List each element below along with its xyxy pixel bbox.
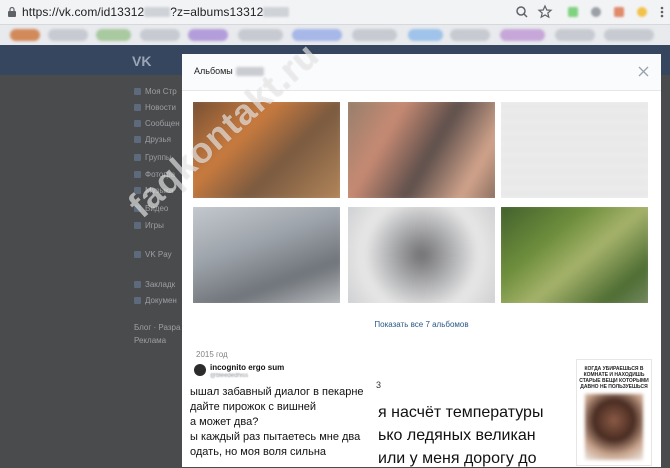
- browser-address-bar[interactable]: https://vk.com/id13312 ?z=albums13312: [0, 0, 670, 25]
- menu-item-icon: [134, 251, 141, 258]
- post-author: incognito ergo sum: [210, 363, 285, 372]
- meme-image[interactable]: КОГДА УБИРАЕШЬСЯ В КОМНАТЕ И НАХОДИШЬ СТ…: [576, 359, 652, 466]
- bookmarks-bar: [0, 25, 670, 45]
- extension-icon[interactable]: [568, 7, 578, 17]
- meme-caption: КОГДА УБИРАЕШЬСЯ В КОМНАТЕ И НАХОДИШЬ СТ…: [579, 366, 649, 390]
- sidebar-item[interactable]: Новости: [134, 103, 176, 112]
- meme-text-line: я насчёт температуры: [378, 404, 544, 421]
- post-digit: 3: [376, 380, 382, 390]
- menu-item-icon: [134, 136, 141, 143]
- album-tile[interactable]: [348, 207, 495, 303]
- sidebar-item-label: Новости: [145, 103, 176, 112]
- sidebar-footer-ads[interactable]: Реклама: [134, 336, 166, 345]
- sidebar-item-label: Друзья: [145, 135, 171, 144]
- meme-text-line: ько ледяных великан: [378, 427, 536, 444]
- show-all-albums-link[interactable]: Показать все 7 альбомов: [182, 320, 661, 329]
- sidebar-item-label: Сообщен: [145, 119, 180, 128]
- sidebar-item[interactable]: Друзья: [134, 135, 171, 144]
- menu-item-icon: [134, 297, 141, 304]
- menu-item-icon: [134, 120, 141, 127]
- album-tile[interactable]: [501, 207, 648, 303]
- post-text-line: а может два?: [190, 416, 259, 428]
- url-text[interactable]: https://vk.com/id13312 ?z=albums13312: [22, 5, 290, 19]
- zoom-icon[interactable]: [514, 4, 530, 20]
- menu-item-icon: [134, 88, 141, 95]
- bookmark-item[interactable]: [450, 29, 490, 41]
- bookmark-item[interactable]: [500, 29, 545, 41]
- bookmark-item[interactable]: [140, 29, 180, 41]
- bookmark-item[interactable]: [188, 29, 228, 41]
- bookmark-item[interactable]: [408, 29, 443, 41]
- sidebar-item[interactable]: Докумен: [134, 296, 177, 305]
- bookmark-item[interactable]: [604, 29, 654, 41]
- star-icon[interactable]: [537, 4, 553, 20]
- post-text-line: одать, но моя воля сильна: [190, 446, 327, 458]
- menu-item-icon: [134, 222, 141, 229]
- post-handle: @bleededhiss: [210, 373, 249, 379]
- menu-icon[interactable]: [654, 4, 670, 20]
- album-tile[interactable]: [348, 102, 495, 198]
- sidebar-footer-blog[interactable]: Блог · Разра: [134, 323, 180, 332]
- bookmark-item[interactable]: [555, 29, 595, 41]
- album-tile[interactable]: [193, 207, 340, 303]
- post-text-line: ышал забавный диалог в пекарне: [190, 386, 364, 398]
- bookmark-item[interactable]: [238, 29, 283, 41]
- vk-logo[interactable]: VK: [132, 53, 151, 69]
- extension-icon[interactable]: [637, 7, 647, 17]
- sidebar-item[interactable]: Закладк: [134, 280, 175, 289]
- meme-text-line: или у меня дорогу до: [378, 450, 537, 467]
- sidebar-item[interactable]: VK Pay: [134, 250, 172, 259]
- sidebar-item[interactable]: Моя Стр: [134, 87, 177, 96]
- post-text-line: дайте пирожок с вишней: [190, 401, 317, 413]
- bookmark-item[interactable]: [96, 29, 131, 41]
- sidebar-item-label: Докумен: [145, 296, 177, 305]
- avatar: [194, 364, 206, 376]
- sidebar-item-label: Моя Стр: [145, 87, 177, 96]
- year-label: 2015 год: [196, 350, 228, 359]
- bookmark-item[interactable]: [10, 29, 40, 41]
- bookmark-item[interactable]: [352, 29, 397, 41]
- album-tile[interactable]: [501, 102, 648, 198]
- menu-item-icon: [134, 154, 141, 161]
- sidebar-item-label: VK Pay: [145, 250, 172, 259]
- modal-title: Альбомы: [194, 66, 233, 76]
- extension-icon[interactable]: [591, 7, 601, 17]
- sidebar-item[interactable]: Сообщен: [134, 119, 180, 128]
- close-icon[interactable]: [638, 66, 649, 77]
- post-text-line: ы каждый раз пытаетесь мне два: [190, 431, 361, 443]
- sidebar-item-label: Закладк: [145, 280, 176, 289]
- menu-item-icon: [134, 104, 141, 111]
- extension-icon[interactable]: [614, 7, 624, 17]
- menu-item-icon: [134, 281, 141, 288]
- lock-icon: [8, 6, 16, 17]
- bookmark-item[interactable]: [48, 29, 88, 41]
